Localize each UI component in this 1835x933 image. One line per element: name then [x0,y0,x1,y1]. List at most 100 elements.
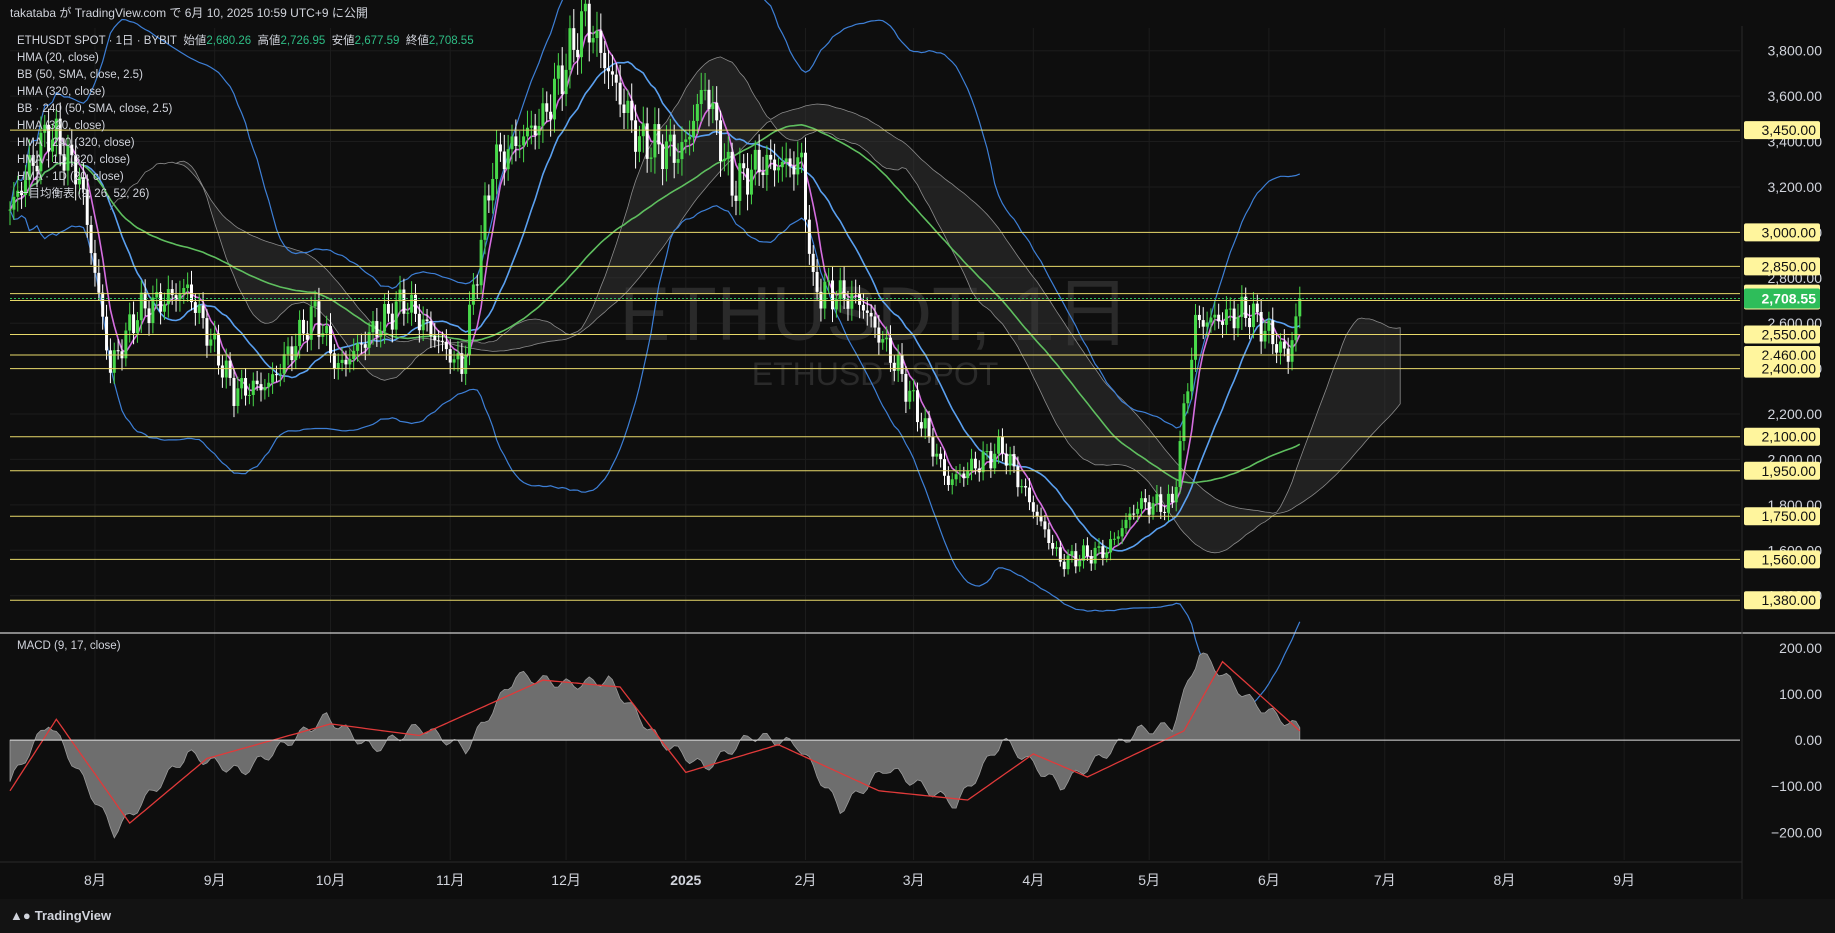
candle-body [1078,560,1082,567]
candle-body [498,144,502,152]
candle-body [1035,511,1039,517]
level-label: 1,560.00 [1762,551,1817,567]
candle-body [676,159,680,163]
candle-body [1082,545,1086,561]
candle-body [205,318,209,346]
indicator-row[interactable]: HMA (320, close) [17,118,474,135]
candle-body [147,308,151,324]
indicator-row[interactable]: HMA · 240 (320, close) [17,135,474,152]
candle-body [722,158,726,161]
candle-body [1232,308,1236,329]
indicator-row[interactable]: HMA (320, close) [17,84,474,101]
candle-body [398,289,402,302]
indicator-row[interactable]: HMA (20, close) [17,50,474,67]
candle-body [773,159,777,171]
candle-body [985,451,989,453]
level-label: 2,400.00 [1762,361,1817,377]
candle-body [1278,341,1282,353]
candle-body [769,154,773,160]
candle-body [800,152,804,158]
candle-body [336,362,340,369]
candle-body [560,65,564,95]
candle-body [479,239,483,286]
candle-body [1101,546,1105,558]
candle-body [842,280,846,300]
indicator-row[interactable]: BB · 240 (50, SMA, close, 2.5) [17,101,474,118]
candle-body [170,289,174,296]
x-tick-label: 2025 [670,872,701,888]
symbol-row[interactable]: ETHUSDT SPOT · 1日 · BYBIT 始値2,680.26 高値2… [17,33,474,50]
candle-body [220,365,224,378]
candle-body [386,303,390,314]
level-label: 1,380.00 [1762,592,1817,608]
candle-body [12,196,16,210]
candle-body [529,125,533,128]
candle-body [595,30,599,39]
candle-body [383,303,387,332]
x-tick-label: 8月 [1494,872,1516,888]
candle-body [97,272,101,293]
candle-body [873,316,877,328]
candle-body [390,313,394,330]
candle-body [101,292,105,317]
candle-body [1166,493,1170,513]
candle-body [973,458,977,469]
candle-body [811,253,815,272]
candle-body [1263,330,1267,342]
footer-bar: ▲● TradingView [0,899,1835,933]
candle-body [1205,322,1209,327]
candle-body [193,302,197,313]
candle-body [919,422,923,429]
indicator-row[interactable]: HMA · 1D (320, close) [17,152,474,169]
candle-body [607,68,611,72]
candle-body [923,418,927,429]
candle-body [761,172,765,176]
candle-body [402,289,406,314]
candle-body [927,418,931,438]
candle-body [325,326,329,334]
candle-body [580,11,584,58]
candle-body [1217,314,1221,322]
candle-body [495,144,499,179]
candle-body [1155,494,1159,504]
candle-body [1120,528,1124,537]
candle-body [518,145,522,147]
candle-body [139,292,143,321]
indicator-row[interactable]: HMA · 1D (20, close) [17,169,474,186]
x-tick-label: 9月 [1613,872,1635,888]
macd-legend[interactable]: MACD (9, 17, close) [17,640,121,652]
candle-body [471,284,475,305]
y-tick-label: 3,200.00 [1768,179,1823,195]
candle-body [827,280,831,282]
candle-body [301,319,305,334]
candle-body [695,104,699,121]
candle-body [491,178,495,201]
indicator-row[interactable]: BB (50, SMA, close, 2.5) [17,67,474,84]
candle-body [255,380,259,385]
candle-body [1197,314,1201,321]
candle-body [1163,511,1167,513]
candle-body [657,124,661,145]
candle-body [892,362,896,371]
candle-body [1031,502,1035,512]
x-tick-label: 12月 [551,872,581,888]
candle-body [792,166,796,175]
candle-body [784,158,788,162]
indicator-row[interactable]: 一目均衡表 (9, 26, 52, 26) [17,186,474,203]
candle-body [186,284,190,289]
level-label: 2,550.00 [1762,327,1817,343]
candle-body [780,161,784,168]
candle-body [831,280,835,310]
x-tick-label: 11月 [436,872,465,888]
candle-body [1209,317,1213,323]
candle-body [1066,555,1070,570]
symbol-name: ETHUSDT SPOT · 1日 · BYBIT [17,35,177,47]
tradingview-brand[interactable]: ▲● TradingView [10,908,111,923]
candle-body [1290,340,1294,362]
candle-body [278,373,282,375]
candle-body [614,74,618,83]
candle-body [344,359,348,365]
candle-body [993,453,997,469]
candle-body [815,271,819,292]
candle-body [622,104,626,113]
